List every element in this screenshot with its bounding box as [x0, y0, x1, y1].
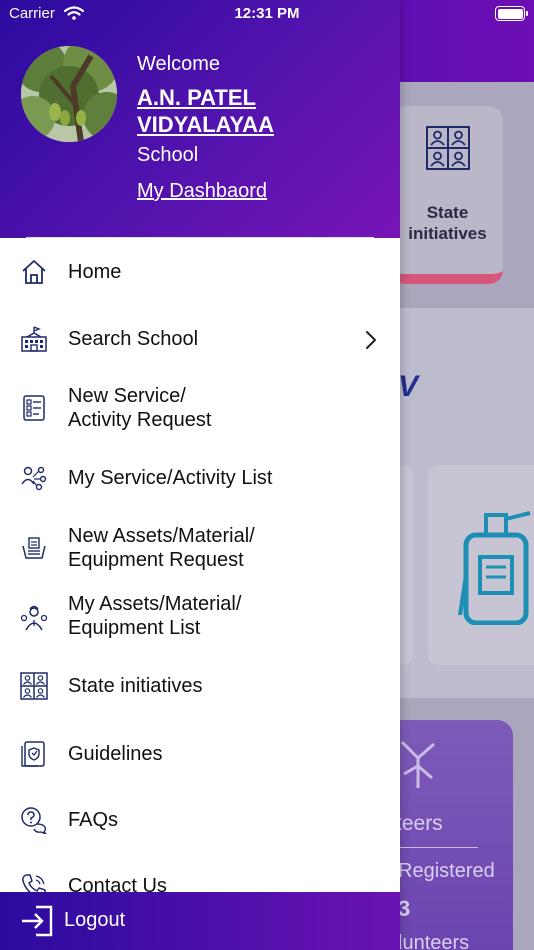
background-tile[interactable]	[428, 465, 534, 665]
drawer-menu: Home Search School New Service/ Activity…	[0, 238, 400, 892]
school-type: School	[137, 144, 199, 166]
request-form-icon	[23, 395, 45, 421]
my-dashboard-link[interactable]: My Dashbaord	[137, 180, 267, 203]
home-icon	[22, 260, 46, 284]
chevron-right-icon	[366, 331, 376, 349]
menu-item-contact-us[interactable]: Contact Us	[0, 854, 400, 892]
drawer-header: Welcome A.N. PATEL VIDYALAYAA School My …	[0, 0, 400, 238]
menu-item-label: My Service/Activity List	[68, 467, 273, 489]
battery-icon	[495, 6, 528, 21]
menu-item-label: Home	[68, 261, 122, 283]
people-network-icon	[21, 466, 47, 491]
volunteers-card[interactable]: teers Registered 3 lunteers	[392, 720, 513, 950]
navigation-drawer: Welcome A.N. PATEL VIDYALAYAA School My …	[0, 0, 400, 950]
menu-item-label: New Service/ Activity Request	[68, 385, 212, 431]
faq-bubble-icon	[21, 807, 47, 834]
menu-item-home[interactable]: Home	[0, 238, 400, 305]
state-initiatives-card[interactable]: State initiatives	[392, 106, 503, 284]
menu-item-faqs[interactable]: FAQs	[0, 788, 400, 854]
logout-label: Logout	[64, 909, 126, 931]
state-grid-icon	[20, 672, 48, 700]
menu-item-label: State initiatives	[68, 675, 203, 697]
menu-item-guidelines[interactable]: Guidelines	[0, 720, 400, 788]
logout-button[interactable]: Logout	[0, 892, 400, 950]
volunteers-divider	[396, 847, 478, 848]
phone-icon	[22, 874, 46, 892]
menu-item-search-school[interactable]: Search School	[0, 305, 400, 372]
menu-item-state-initiatives[interactable]: State initiatives	[0, 654, 400, 720]
state-initiatives-card-label: State initiatives	[408, 203, 487, 243]
background-section-title: V	[398, 370, 419, 403]
volunteers-footer: lunteers	[398, 932, 470, 950]
status-bar: Carrier 12:31 PM	[0, 0, 534, 28]
menu-item-label: New Assets/Material/ Equipment Request	[68, 525, 255, 571]
hands-icon	[400, 740, 435, 788]
guidelines-icon	[21, 741, 45, 767]
welcome-text: Welcome	[137, 53, 220, 75]
volunteers-registered: Registered	[398, 860, 495, 882]
mango-tree-image	[21, 46, 117, 142]
school-building-icon	[21, 326, 47, 352]
menu-item-label: Search School	[68, 328, 199, 350]
menu-item-label: My Assets/Material/ Equipment List	[68, 593, 242, 639]
menu-item-label: FAQs	[68, 809, 119, 831]
avatar[interactable]	[21, 46, 117, 142]
menu-item-new-assets-request[interactable]: New Assets/Material/ Equipment Request	[0, 512, 400, 584]
status-time: 12:31 PM	[234, 5, 300, 22]
menu-item-label: Guidelines	[68, 743, 163, 765]
menu-item-new-service-request[interactable]: New Service/ Activity Request	[0, 372, 400, 446]
volunteers-title: teers	[396, 812, 443, 835]
logout-icon	[22, 905, 53, 937]
menu-item-my-assets-list[interactable]: My Assets/Material/ Equipment List	[0, 584, 400, 654]
assets-request-icon	[22, 537, 46, 559]
person-tools-icon	[20, 605, 48, 631]
state-grid-icon	[426, 126, 470, 170]
menu-item-label: Contact Us	[68, 875, 167, 892]
menu-item-my-service-list[interactable]: My Service/Activity List	[0, 446, 400, 512]
fire-extinguisher-icon	[458, 511, 531, 625]
school-name-link[interactable]: A.N. PATEL VIDYALAYAA	[137, 84, 387, 138]
